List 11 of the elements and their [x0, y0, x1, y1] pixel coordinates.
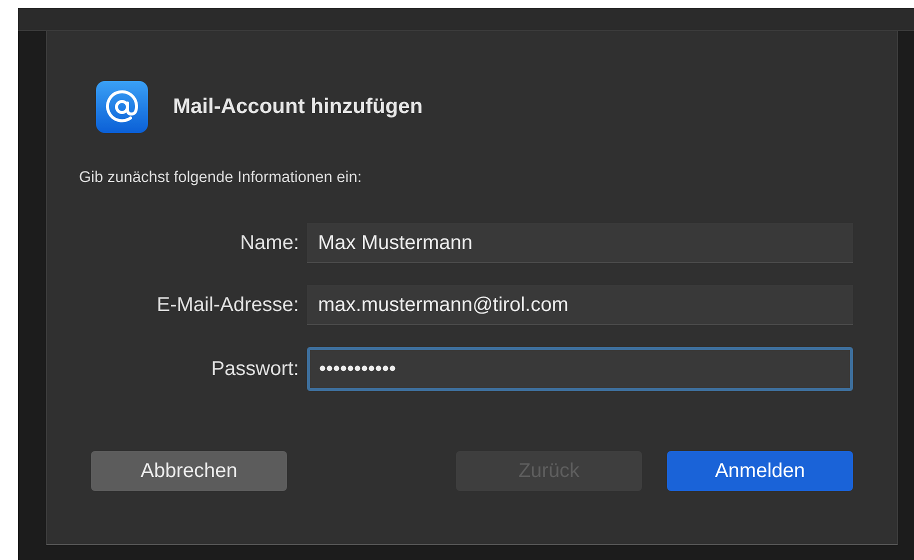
instruction-text: Gib zunächst folgende Informationen ein:	[79, 169, 363, 187]
input-field[interactable]: •••••••••••	[307, 347, 853, 391]
input-field[interactable]: Max Mustermann	[307, 223, 853, 263]
field-label: Name:	[239, 232, 299, 254]
dialog-button[interactable]: Abbrechen	[91, 451, 287, 491]
field-label: Passwort:	[210, 358, 299, 380]
at-sign-icon	[96, 81, 148, 133]
dialog-button[interactable]: Anmelden	[667, 451, 853, 491]
dialog-title: Mail-Account hinzufügen	[173, 95, 423, 119]
field-label: E-Mail-Adresse:	[156, 294, 299, 316]
input-field[interactable]: max.mustermann@tirol.com	[307, 285, 853, 325]
